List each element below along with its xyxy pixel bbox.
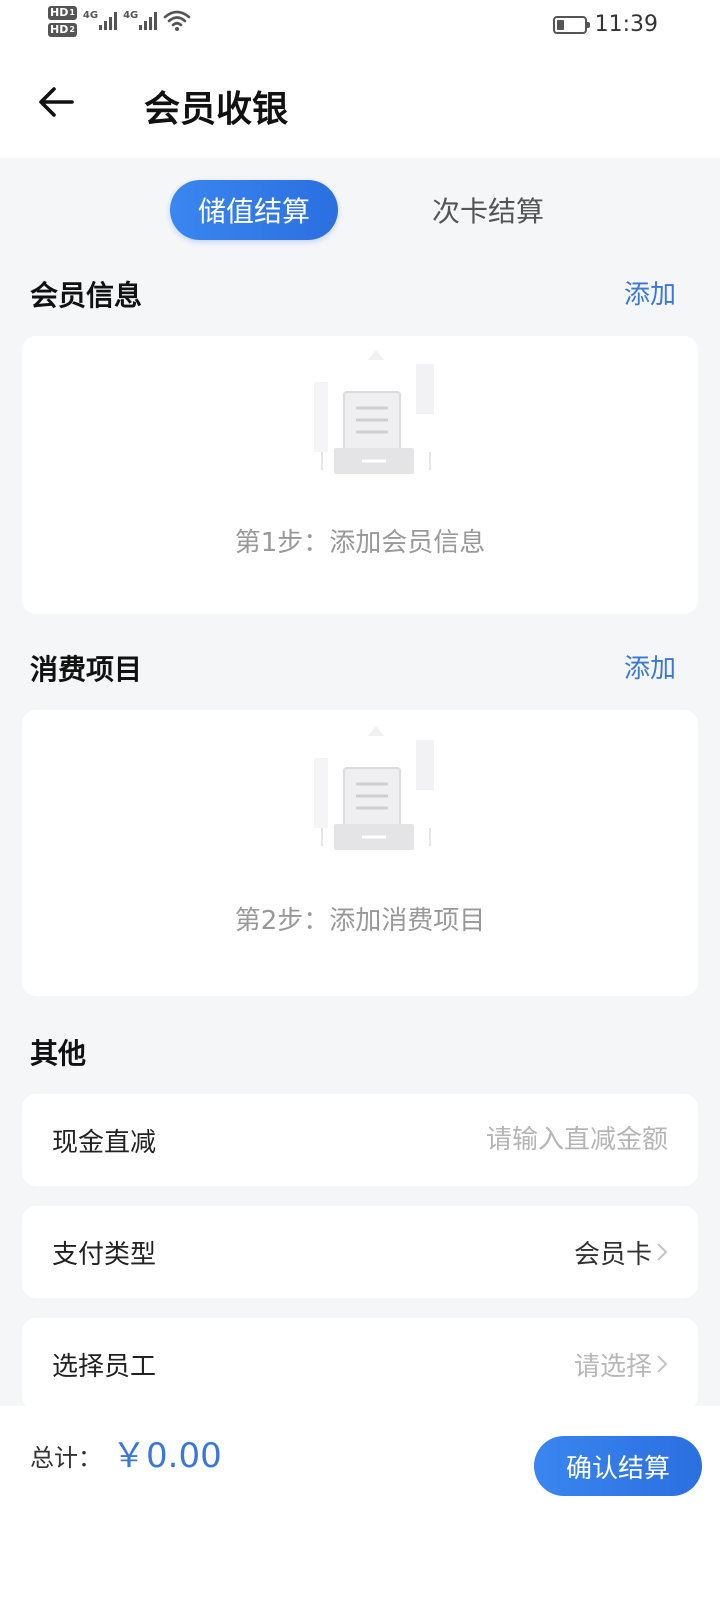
add-member-link[interactable]: 添加: [624, 274, 676, 311]
network1-label: 4G: [82, 10, 99, 21]
back-button[interactable]: [36, 82, 76, 122]
payment-type-select[interactable]: 会员卡: [574, 1234, 668, 1271]
items-card[interactable]: 第2步：添加消费项目: [22, 710, 698, 996]
sim1-index: 1: [69, 8, 75, 17]
payment-type-value: 会员卡: [573, 1239, 652, 1270]
sim1-label: HD: [50, 6, 69, 19]
member-info-title: 会员信息: [30, 279, 143, 312]
payment-type-label: 支付类型: [52, 1239, 157, 1270]
select-staff-placeholder: 请选择: [573, 1351, 652, 1382]
cash-discount-input[interactable]: [368, 1125, 668, 1155]
member-info-card[interactable]: 第1步：添加会员信息: [22, 336, 698, 614]
tab-stored-value[interactable]: 储值结算: [170, 180, 338, 240]
battery-icon: [552, 15, 590, 34]
member-empty-text: 第1步：添加会员信息: [234, 528, 486, 558]
signal-bars-icon: [99, 10, 118, 30]
status-left: HD 1 HD 2 4G 4G: [48, 6, 191, 37]
signal-1: 4G: [82, 6, 118, 34]
status-bar: HD 1 HD 2 4G 4G 11:39: [0, 0, 720, 52]
payment-type-row[interactable]: 支付类型 会员卡: [22, 1206, 698, 1298]
sim2-hd-icon: HD 2: [48, 23, 77, 37]
settlement-tabs: 储值结算 次卡结算: [0, 180, 720, 240]
cash-discount-row: 现金直减: [22, 1094, 698, 1186]
network2-label: 4G: [123, 10, 139, 21]
items-empty-text: 第2步：添加消费项目: [234, 906, 486, 936]
status-right: 11:39: [552, 12, 658, 37]
empty-document-icon: [314, 726, 434, 850]
total-label: 总计：: [30, 1444, 102, 1472]
select-staff-select[interactable]: 请选择: [574, 1346, 668, 1383]
signal-bars-icon: [139, 10, 158, 30]
signal-2: 4G: [123, 6, 158, 34]
add-item-link[interactable]: 添加: [624, 648, 676, 685]
chevron-right-icon: [657, 1355, 668, 1373]
cash-discount-label: 现金直减: [52, 1127, 157, 1158]
sim2-index: 2: [69, 25, 75, 34]
items-title: 消费项目: [30, 653, 143, 686]
status-time: 11:39: [594, 12, 658, 37]
checkout-footer: 总计： ￥0.00 确认结算: [0, 1406, 720, 1600]
arrow-left-icon: [39, 87, 74, 117]
app-header: 会员收银: [0, 52, 720, 158]
page-title: 会员收银: [144, 89, 289, 130]
battery-fill: [556, 19, 565, 30]
chevron-right-icon: [657, 1243, 668, 1261]
wifi-icon: [163, 10, 191, 31]
tab-punch-card[interactable]: 次卡结算: [404, 180, 572, 240]
empty-document-icon: [314, 350, 434, 474]
sim2-label: HD: [50, 23, 69, 36]
select-staff-label: 选择员工: [52, 1351, 157, 1382]
total-value: ￥0.00: [112, 1436, 222, 1476]
confirm-checkout-button[interactable]: 确认结算: [534, 1436, 702, 1496]
select-staff-row[interactable]: 选择员工 请选择: [22, 1318, 698, 1410]
other-title: 其他: [30, 1037, 87, 1070]
sim1-hd-icon: HD 1: [48, 6, 77, 20]
